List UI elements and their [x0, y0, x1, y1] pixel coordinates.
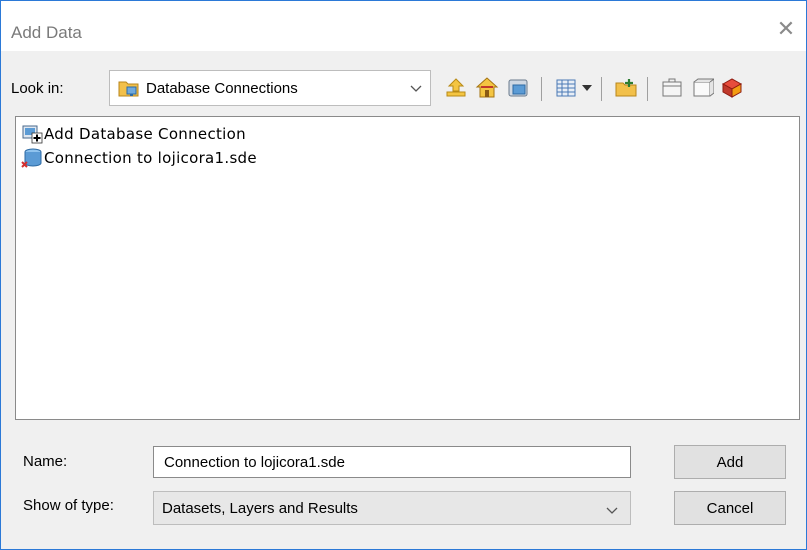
file-item-label: Connection to lojicora1.sde [44, 149, 257, 167]
view-options-icon[interactable] [553, 74, 579, 102]
toolbox-icon[interactable] [659, 74, 685, 102]
chevron-down-icon [606, 503, 618, 515]
toolbar-separator [601, 77, 602, 101]
show-of-type-dropdown[interactable]: Datasets, Layers and Results [153, 491, 631, 525]
dialog-title: Add Data [11, 23, 82, 42]
cancel-button[interactable]: Cancel [674, 491, 786, 525]
look-in-label: Look in: [11, 80, 64, 97]
connect-folder-icon[interactable] [505, 74, 531, 102]
sde-connection-icon [20, 147, 44, 169]
toolbar-separator [647, 77, 648, 101]
name-input[interactable] [153, 446, 631, 478]
add-data-dialog: Add Data ✕ Look in: Database Connections [0, 0, 807, 550]
up-one-level-icon[interactable] [443, 74, 469, 102]
list-item[interactable]: Add Database Connection [20, 123, 246, 145]
look-in-dropdown[interactable]: Database Connections [109, 70, 431, 106]
look-in-value: Database Connections [146, 79, 298, 97]
file-item-label: Add Database Connection [44, 125, 246, 143]
home-icon[interactable] [474, 74, 500, 102]
chevron-down-icon [410, 81, 422, 93]
add-button[interactable]: Add [674, 445, 786, 479]
new-folder-icon[interactable] [613, 74, 639, 102]
show-of-type-value: Datasets, Layers and Results [162, 499, 358, 517]
title-bar: Add Data ✕ [1, 1, 806, 51]
new-geodatabase-icon[interactable] [689, 74, 715, 102]
list-item[interactable]: Connection to lojicora1.sde [20, 147, 257, 169]
arc-catalog-icon[interactable] [719, 74, 745, 102]
view-options-dropdown-icon[interactable] [579, 74, 595, 102]
toolbar-separator [541, 77, 542, 101]
add-database-connection-icon [20, 123, 44, 145]
close-button[interactable]: ✕ [766, 13, 806, 45]
show-of-type-label: Show of type: [23, 497, 114, 514]
close-icon: ✕ [776, 16, 796, 41]
database-connections-folder-icon [118, 78, 140, 98]
file-list[interactable]: Add Database Connection Connection to lo… [15, 116, 800, 420]
name-label: Name: [23, 453, 68, 470]
